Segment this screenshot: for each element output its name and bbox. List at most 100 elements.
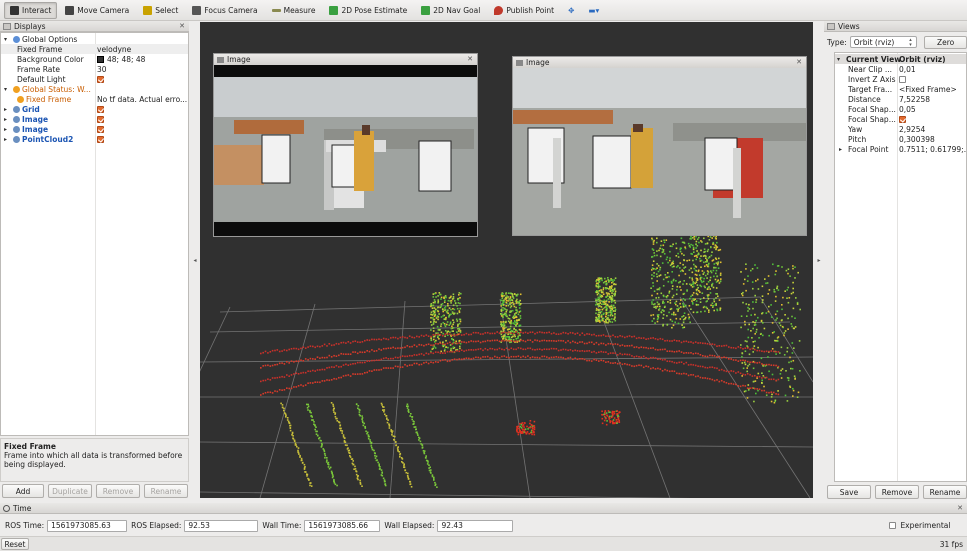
enable-checkbox[interactable] [97, 125, 104, 133]
views-buttons: Save Remove Rename [826, 485, 967, 499]
expand-right-icon[interactable]: ▸ [4, 136, 11, 143]
display-row[interactable]: ▸ PointCloud2 [1, 134, 188, 144]
enable-checkbox[interactable] [97, 105, 104, 113]
property-checkbox[interactable] [899, 115, 906, 123]
displays-panel-icon [3, 22, 11, 30]
reset-button[interactable]: Reset [1, 538, 29, 550]
display-row-key: Grid [22, 104, 40, 114]
duplicate-display-button[interactable]: Duplicate [48, 484, 92, 498]
global-options-icon [13, 35, 20, 43]
image-display-icon [13, 125, 20, 133]
lidar-points [260, 232, 801, 488]
time-panel-header: Time ✕ [0, 503, 967, 514]
tool-label: 2D Pose Estimate [341, 5, 408, 15]
view-property-value: 0,300398 [899, 134, 935, 144]
views-tree[interactable]: ▾ Current View Orbit (rviz) Near Clip ... 0,… [834, 52, 967, 482]
add-display-button[interactable]: Add [2, 484, 44, 498]
render-viewport[interactable]: Image ✕ Image ✕ [200, 22, 813, 498]
close-icon[interactable]: ✕ [466, 55, 474, 63]
view-property-row[interactable]: Focal Shap... 0,05 [835, 104, 966, 114]
view-property-row[interactable]: Near Clip ... 0,01 [835, 64, 966, 74]
description-title: Fixed Frame [4, 442, 56, 451]
view-type-label: Type: [827, 37, 847, 47]
expand-down-icon[interactable]: ▾ [4, 36, 11, 43]
pointcloud-icon [13, 135, 20, 143]
ros-time-label: ROS Time: [5, 521, 45, 530]
rename-display-button[interactable]: Rename [144, 484, 188, 498]
close-icon[interactable]: ✕ [956, 504, 964, 512]
collapse-right-icon[interactable]: ▸ [815, 256, 823, 266]
tool-label: Select [155, 5, 179, 15]
display-row[interactable]: ▾ Global Options [1, 34, 188, 44]
tool-focus-camera[interactable]: Focus Camera [186, 2, 263, 19]
add-tool-icon[interactable]: ✥ [562, 2, 580, 19]
tool-label: Publish Point [506, 5, 555, 15]
expand-down-icon[interactable]: ▾ [4, 86, 11, 93]
display-row-key: PointCloud2 [22, 134, 74, 144]
view-property-value: <Fixed Frame> [899, 84, 957, 94]
tool-options-icon[interactable]: ▬▾ [582, 2, 605, 19]
tool-2d-nav-goal[interactable]: 2D Nav Goal [415, 2, 486, 19]
view-type-select[interactable]: Orbit (rviz) [849, 36, 918, 48]
display-row[interactable]: ▸ Image [1, 114, 188, 124]
tool-select[interactable]: Select [137, 2, 184, 19]
tool-2d-pose-estimate[interactable]: 2D Pose Estimate [323, 2, 413, 19]
wall-time-field[interactable]: 1561973085.66 [304, 519, 381, 532]
view-property-row[interactable]: Invert Z Axis [835, 74, 966, 84]
property-checkbox[interactable] [899, 75, 906, 83]
close-icon[interactable]: ✕ [795, 58, 803, 66]
enable-checkbox[interactable] [97, 135, 104, 143]
move-camera-icon [65, 5, 75, 15]
image-window-icon [217, 56, 224, 63]
tool-interact[interactable]: Interact [4, 1, 58, 19]
save-view-button[interactable]: Save [827, 485, 871, 499]
enable-checkbox[interactable] [97, 115, 104, 123]
view-property-value: 2,9254 [899, 124, 926, 134]
view-property-row[interactable]: Yaw 2,9254 [835, 124, 966, 134]
wall-elapsed-field[interactable]: 92.43 [437, 519, 514, 532]
image-window-2[interactable]: Image ✕ [512, 56, 807, 236]
view-property-row[interactable]: Focal Shap... [835, 114, 966, 124]
current-view-row[interactable]: ▾ Current View Orbit (rviz) [835, 54, 966, 64]
expand-right-icon[interactable]: ▸ [4, 126, 11, 133]
focus-camera-icon [192, 5, 202, 15]
tool-label: Move Camera [77, 5, 130, 15]
view-property-row[interactable]: Distance 7,52258 [835, 94, 966, 104]
remove-display-button[interactable]: Remove [96, 484, 140, 498]
display-row[interactable]: ▾ Global Status: W... [1, 84, 188, 94]
color-swatch[interactable] [97, 55, 104, 63]
collapse-left-icon[interactable]: ◂ [191, 256, 199, 266]
display-row[interactable]: Fixed Frame No tf data. Actual erro... [1, 94, 188, 104]
display-row[interactable]: ▸ Grid [1, 104, 188, 114]
expand-right-icon[interactable]: ▸ [839, 146, 846, 153]
experimental-checkbox[interactable] [889, 522, 897, 529]
close-icon[interactable]: ✕ [178, 22, 186, 30]
displays-tree[interactable]: ▾ Global Options Fixed Frame velodyne Backgr… [0, 32, 189, 436]
display-row[interactable]: Fixed Frame velodyne [1, 44, 188, 54]
remove-view-button[interactable]: Remove [875, 485, 919, 499]
display-row[interactable]: ▸ Image [1, 124, 188, 134]
view-property-row[interactable]: Target Fra... <Fixed Frame> [835, 84, 966, 94]
tool-move-camera[interactable]: Move Camera [59, 2, 135, 19]
tool-label: Interact [22, 5, 52, 15]
view-property-row[interactable]: Pitch 0,300398 [835, 134, 966, 144]
image-window-title: Image [526, 58, 550, 67]
zero-button[interactable]: Zero [924, 35, 967, 49]
rename-view-button[interactable]: Rename [923, 485, 967, 499]
tool-publish-point[interactable]: Publish Point [488, 2, 560, 19]
expand-down-icon[interactable]: ▾ [837, 56, 844, 63]
expand-right-icon[interactable]: ▸ [4, 116, 11, 123]
display-row[interactable]: Default Light [1, 74, 188, 84]
image-window-1[interactable]: Image ✕ [213, 53, 478, 237]
ros-time-field[interactable]: 1561973085.63 [47, 519, 128, 532]
ros-elapsed-field[interactable]: 92.53 [184, 519, 259, 532]
enable-checkbox[interactable] [97, 75, 104, 83]
display-row[interactable]: Frame Rate 30 [1, 64, 188, 74]
display-row[interactable]: Background Color 48; 48; 48 [1, 54, 188, 64]
view-property-row[interactable]: ▸ Focal Point 0.7511; 0.61799;... [835, 144, 966, 154]
expand-right-icon[interactable]: ▸ [4, 106, 11, 113]
tool-measure[interactable]: Measure [266, 2, 322, 19]
wall-elapsed-label: Wall Elapsed: [384, 521, 435, 530]
view-property-key: Focal Shap... [848, 114, 896, 124]
warning-icon [13, 85, 20, 93]
